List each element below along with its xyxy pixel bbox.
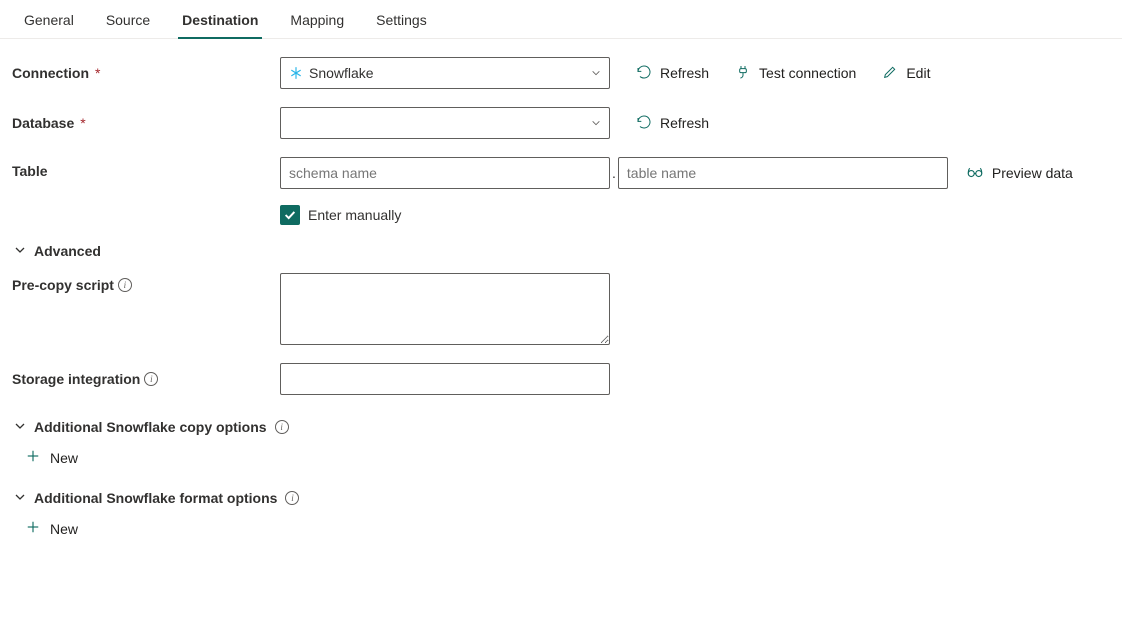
precopy-script-input[interactable]: [280, 273, 610, 345]
chevron-down-icon: [14, 419, 26, 435]
connection-value: Snowflake: [309, 65, 374, 81]
chevron-down-icon: [591, 65, 601, 81]
tab-source[interactable]: Source: [90, 0, 166, 38]
snowflake-icon: [289, 66, 303, 80]
table-name-input[interactable]: [618, 157, 948, 189]
refresh-connection-button[interactable]: Refresh: [636, 64, 709, 83]
label-precopy: Pre-copy script i: [10, 273, 280, 293]
refresh-icon: [636, 64, 652, 83]
glasses-icon: [966, 165, 984, 182]
new-format-option-button[interactable]: New: [26, 520, 1112, 537]
label-connection: Connection*: [10, 65, 280, 81]
advanced-section-toggle[interactable]: Advanced: [14, 243, 1112, 259]
database-select[interactable]: [280, 107, 610, 139]
refresh-icon: [636, 114, 652, 133]
info-icon[interactable]: i: [118, 278, 132, 292]
test-connection-button[interactable]: Test connection: [735, 64, 856, 83]
chevron-down-icon: [591, 115, 601, 131]
dot-separator: .: [612, 165, 616, 181]
chevron-down-icon: [14, 243, 26, 259]
tab-settings[interactable]: Settings: [360, 0, 443, 38]
new-copy-option-button[interactable]: New: [26, 449, 1112, 466]
copy-options-toggle[interactable]: Additional Snowflake copy options i: [14, 419, 1112, 435]
info-icon[interactable]: i: [275, 420, 289, 434]
tab-general[interactable]: General: [8, 0, 90, 38]
enter-manually-label: Enter manually: [308, 207, 401, 223]
storage-integration-input[interactable]: [280, 363, 610, 395]
connection-select[interactable]: Snowflake: [280, 57, 610, 89]
edit-connection-button[interactable]: Edit: [882, 64, 930, 83]
info-icon[interactable]: i: [285, 491, 299, 505]
tab-bar: General Source Destination Mapping Setti…: [0, 0, 1122, 39]
pencil-icon: [882, 64, 898, 83]
plus-icon: [26, 449, 40, 466]
refresh-database-button[interactable]: Refresh: [636, 114, 709, 133]
plus-icon: [26, 520, 40, 537]
enter-manually-checkbox[interactable]: [280, 205, 300, 225]
preview-data-button[interactable]: Preview data: [966, 165, 1073, 182]
plug-icon: [735, 64, 751, 83]
tab-mapping[interactable]: Mapping: [274, 0, 360, 38]
label-table: Table: [10, 157, 280, 179]
chevron-down-icon: [14, 490, 26, 506]
label-database: Database*: [10, 115, 280, 131]
label-storage: Storage integration i: [10, 371, 280, 387]
tab-destination[interactable]: Destination: [166, 0, 274, 38]
format-options-toggle[interactable]: Additional Snowflake format options i: [14, 490, 1112, 506]
schema-name-input[interactable]: [280, 157, 610, 189]
info-icon[interactable]: i: [144, 372, 158, 386]
